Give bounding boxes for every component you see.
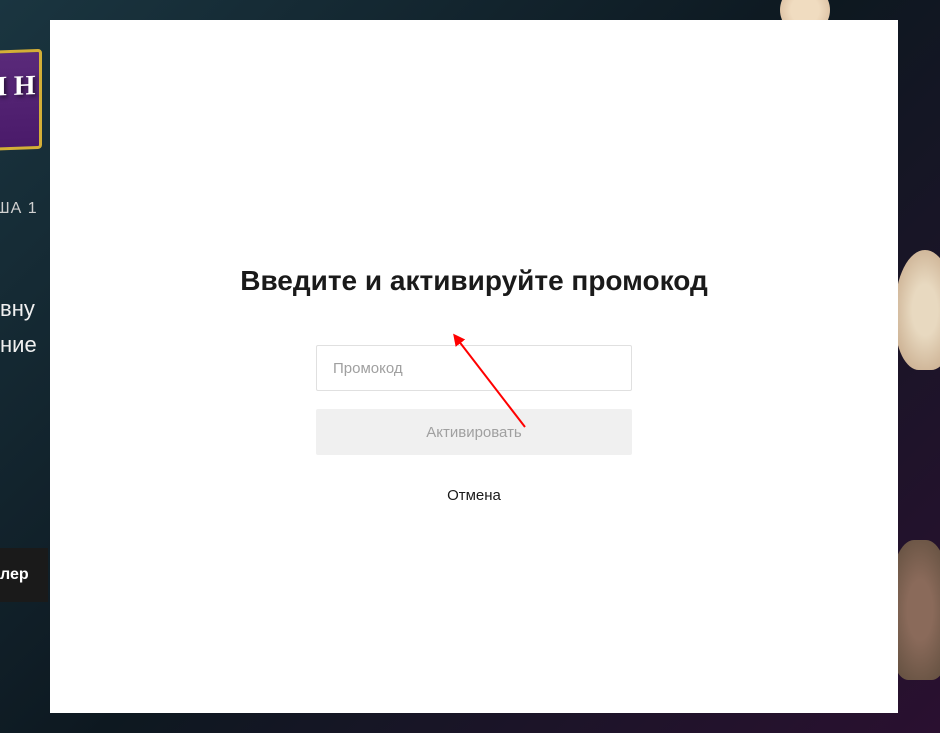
- cancel-button[interactable]: Отмена: [447, 487, 501, 504]
- promo-code-modal: Введите и активируйте промокод Активиров…: [50, 20, 898, 713]
- backdrop-character-1: [895, 250, 940, 370]
- backdrop-meta-text: ША 1: [0, 200, 38, 218]
- modal-title: Введите и активируйте промокод: [240, 265, 708, 297]
- backdrop-description-line-1: вну: [0, 296, 35, 322]
- backdrop-movie-logo: И Н: [0, 49, 42, 151]
- backdrop-description-line-2: ние: [0, 332, 37, 358]
- promo-code-input[interactable]: [316, 345, 632, 391]
- backdrop-trailer-button[interactable]: лер: [0, 548, 48, 602]
- activate-button[interactable]: Активировать: [316, 409, 632, 455]
- backdrop-logo-text: И Н: [0, 70, 36, 104]
